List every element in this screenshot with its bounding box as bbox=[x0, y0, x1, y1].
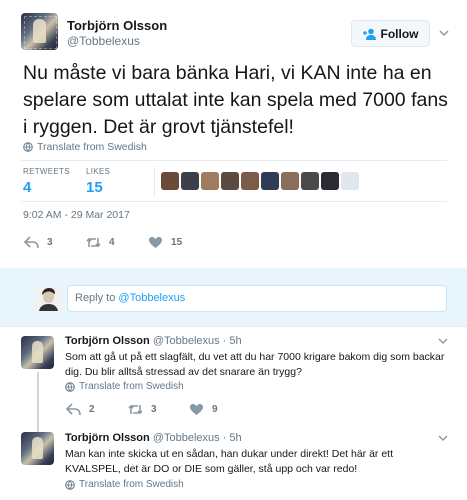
translate-link[interactable]: Translate from Swedish bbox=[23, 141, 147, 153]
heart-icon bbox=[149, 237, 162, 248]
liker-avatar[interactable] bbox=[341, 172, 359, 190]
reply-icon bbox=[66, 403, 81, 416]
follow-label: Follow bbox=[380, 26, 419, 41]
liker-avatar[interactable] bbox=[221, 172, 239, 190]
retweet-action[interactable]: 4 bbox=[86, 236, 115, 249]
follow-user-icon bbox=[362, 28, 376, 40]
like-action[interactable]: 15 bbox=[148, 236, 182, 249]
author-name[interactable]: Torbjörn Olsson bbox=[67, 18, 167, 33]
translate-link[interactable]: Translate from Swedish bbox=[65, 381, 184, 392]
divider bbox=[21, 160, 447, 161]
thread-line bbox=[37, 424, 39, 432]
follow-button[interactable]: Follow bbox=[351, 20, 430, 47]
chevron-down-icon[interactable] bbox=[437, 432, 449, 444]
author-handle[interactable]: @Tobbelexus bbox=[67, 34, 140, 48]
translate-label: Translate from Swedish bbox=[37, 141, 147, 153]
retweets-label: RETWEETS bbox=[23, 167, 70, 176]
heart-icon bbox=[190, 404, 203, 415]
reply-meta[interactable]: @Tobbelexus · 5h bbox=[153, 432, 242, 444]
chevron-down-icon[interactable] bbox=[437, 26, 451, 40]
tweet-timestamp[interactable]: 9:02 AM - 29 Mar 2017 bbox=[23, 209, 130, 221]
retweet-count: 4 bbox=[109, 237, 115, 248]
reply-count: 3 bbox=[47, 237, 53, 248]
likers-avatars bbox=[161, 172, 359, 190]
reply-author-name[interactable]: Torbjörn Olsson bbox=[65, 432, 150, 444]
retweet-icon bbox=[86, 237, 101, 248]
reply-placeholder-prefix: Reply to bbox=[75, 292, 119, 304]
reply-action[interactable]: 2 bbox=[66, 403, 95, 416]
globe-icon bbox=[65, 381, 75, 392]
divider bbox=[21, 201, 447, 202]
reply-tweet[interactable]: Torbjörn Olsson @Tobbelexus · 5h Man kan… bbox=[0, 424, 467, 500]
reply-author-avatar[interactable] bbox=[21, 336, 54, 369]
retweet-action[interactable]: 3 bbox=[128, 403, 157, 416]
thread-line bbox=[37, 372, 39, 430]
globe-icon bbox=[65, 479, 75, 490]
author-avatar[interactable] bbox=[21, 13, 58, 50]
reply-mention: @Tobbelexus bbox=[118, 292, 186, 304]
liker-avatar[interactable] bbox=[321, 172, 339, 190]
globe-icon bbox=[23, 142, 33, 152]
reply-text: Man kan inte skicka ut en sådan, han duk… bbox=[65, 448, 394, 475]
like-action[interactable]: 9 bbox=[189, 403, 218, 416]
like-count: 9 bbox=[212, 404, 218, 415]
reply-author-name[interactable]: Torbjörn Olsson bbox=[65, 335, 150, 347]
main-tweet: Torbjörn Olsson @Tobbelexus Follow Nu må… bbox=[0, 0, 467, 268]
liker-avatar[interactable] bbox=[281, 172, 299, 190]
likes-label: LIKES bbox=[86, 167, 111, 176]
retweet-icon bbox=[128, 404, 143, 415]
liker-avatar[interactable] bbox=[301, 172, 319, 190]
retweets-stat[interactable]: RETWEETS 4 bbox=[23, 167, 70, 196]
reply-meta[interactable]: @Tobbelexus · 5h bbox=[153, 335, 242, 347]
reply-author-avatar[interactable] bbox=[21, 432, 54, 465]
liker-avatar[interactable] bbox=[161, 172, 179, 190]
like-count: 15 bbox=[171, 237, 183, 248]
reply-action[interactable]: 3 bbox=[24, 236, 53, 249]
reply-input[interactable]: Reply to @Tobbelexus bbox=[67, 285, 447, 312]
translate-label: Translate from Swedish bbox=[79, 479, 184, 490]
likes-stat[interactable]: LIKES 15 bbox=[86, 167, 110, 196]
reply-tweet[interactable]: Torbjörn Olsson @Tobbelexus · 5h Som att… bbox=[0, 326, 467, 430]
liker-avatar[interactable] bbox=[261, 172, 279, 190]
liker-avatar[interactable] bbox=[201, 172, 219, 190]
reply-composer: Reply to @Tobbelexus bbox=[0, 268, 467, 326]
reply-header: Torbjörn Olsson @Tobbelexus · 5h bbox=[65, 335, 242, 347]
retweets-count: 4 bbox=[23, 179, 32, 196]
reply-count: 2 bbox=[89, 404, 95, 415]
liker-avatar[interactable] bbox=[241, 172, 259, 190]
tweet-text: Nu måste vi bara bänka Hari, vi KAN inte… bbox=[23, 62, 448, 138]
translate-label: Translate from Swedish bbox=[79, 381, 184, 392]
liker-avatar[interactable] bbox=[181, 172, 199, 190]
reply-icon bbox=[24, 236, 39, 249]
chevron-down-icon[interactable] bbox=[437, 335, 449, 347]
current-user-avatar bbox=[36, 286, 61, 311]
likes-count: 15 bbox=[86, 179, 103, 196]
retweet-count: 3 bbox=[151, 404, 157, 415]
translate-link[interactable]: Translate from Swedish bbox=[65, 479, 184, 490]
reply-header: Torbjörn Olsson @Tobbelexus · 5h bbox=[65, 432, 242, 444]
reply-text: Som att gå ut på ett slagfält, du vet at… bbox=[65, 351, 445, 378]
stat-separator bbox=[154, 167, 155, 197]
